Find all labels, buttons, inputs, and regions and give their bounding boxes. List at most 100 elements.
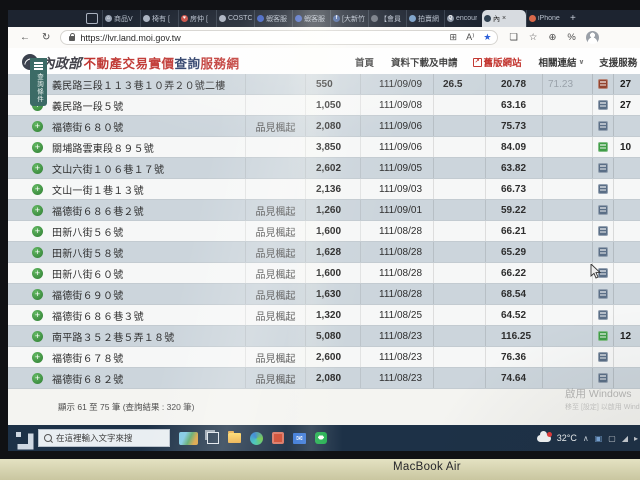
tab-close-icon[interactable]: × bbox=[502, 15, 506, 22]
start-button-icon[interactable] bbox=[16, 432, 28, 444]
site-nav-item[interactable]: 支援服務 ∨ bbox=[597, 55, 640, 69]
expand-row-icon[interactable]: + bbox=[32, 289, 43, 300]
table-row[interactable]: + 田新八街５８號 品見楓起 1,628 111/08/28 65.29 bbox=[8, 242, 640, 263]
volume-icon[interactable]: ▸ bbox=[634, 434, 638, 443]
profile-avatar[interactable] bbox=[586, 31, 599, 44]
building-type-icon bbox=[598, 121, 608, 131]
filter-panel-tab[interactable]: 查詢條件 bbox=[30, 58, 47, 106]
building-type-icon bbox=[598, 373, 608, 383]
browser-tab[interactable]: 蝦客服 × bbox=[292, 10, 330, 27]
expand-row-icon[interactable]: + bbox=[32, 373, 43, 384]
store-icon[interactable] bbox=[272, 432, 284, 444]
table-row[interactable]: + 義民路一段５號 1,050 111/09/08 63.16 27 bbox=[8, 95, 640, 116]
widgets-icon[interactable] bbox=[179, 432, 198, 445]
site-nav-item[interactable]: 相關連結 ∨ bbox=[537, 55, 585, 69]
browser-tab[interactable]: 蝦客服 × bbox=[254, 10, 292, 27]
total-price-cell: 2,600 bbox=[305, 347, 360, 367]
browser-tab[interactable]: iPhone × bbox=[526, 10, 564, 27]
table-row[interactable]: + 福德街６８６巷３號 品見楓起 1,320 111/08/25 64.52 bbox=[8, 305, 640, 326]
browser-essentials-icon[interactable]: ⊕ bbox=[548, 32, 556, 43]
line-icon[interactable] bbox=[315, 432, 327, 444]
tab-label: encour bbox=[456, 15, 477, 22]
browser-tab[interactable]: 椅有 [ × bbox=[140, 10, 178, 27]
table-row[interactable]: + 福德街６８０號 品見楓起 2,080 111/09/06 75.73 bbox=[8, 116, 640, 137]
back-icon[interactable]: ← bbox=[20, 32, 30, 43]
expand-row-icon[interactable]: + bbox=[32, 163, 43, 174]
expand-row-icon[interactable]: + bbox=[32, 184, 43, 195]
table-row[interactable]: + 福德街６９０號 品見楓起 1,630 111/08/28 68.54 bbox=[8, 284, 640, 305]
tab-label: COSTC bbox=[228, 15, 252, 22]
browser-tab[interactable]: Q encour × bbox=[444, 10, 482, 27]
expand-row-icon[interactable]: + bbox=[32, 331, 43, 342]
area-cell: 26.5 bbox=[433, 74, 485, 94]
browser-tab[interactable]: 【會員 × bbox=[368, 10, 406, 27]
split-screen-icon[interactable]: ⊞ bbox=[450, 32, 458, 43]
weather-temp[interactable]: 32°C bbox=[557, 433, 577, 443]
table-row[interactable]: + 義民路三段１１３巷１０弄２０號二樓 550 111/09/09 26.5 2… bbox=[8, 74, 640, 95]
weather-cloud-icon[interactable] bbox=[537, 435, 551, 442]
area-cell bbox=[433, 368, 485, 388]
mail-icon[interactable]: ✉ bbox=[293, 433, 306, 444]
url-text[interactable]: https://lvr.land.moi.gov.tw bbox=[80, 33, 440, 43]
edge-icon[interactable] bbox=[250, 432, 263, 445]
table-row[interactable]: + 南平路３５２巷５弄１８號 5,080 111/08/23 116.25 12 bbox=[8, 326, 640, 347]
favorites-bar-icon[interactable]: ☆ bbox=[529, 32, 538, 43]
expand-row-icon[interactable]: + bbox=[32, 310, 43, 321]
expand-row-icon[interactable]: + bbox=[32, 247, 43, 258]
site-nav-item[interactable]: 資料下載及申請 bbox=[389, 55, 460, 69]
address-cell: 南平路３５２巷５弄１８號 bbox=[52, 326, 245, 346]
expand-row-icon[interactable]: + bbox=[32, 121, 43, 132]
browser-tab[interactable]: 內 × bbox=[482, 10, 526, 27]
tray-display-icon[interactable]: ▢ bbox=[608, 434, 616, 443]
new-tab-button[interactable]: + bbox=[570, 13, 576, 24]
address-cell: 義民路三段１１３巷１０弄２０號二樓 bbox=[52, 74, 245, 94]
tray-app-icon[interactable]: ▣ bbox=[595, 434, 603, 443]
browser-tab[interactable]: ⌂ 商品V × bbox=[102, 10, 140, 27]
table-row[interactable]: + 福德街６８６巷２號 品見楓起 1,260 111/09/01 59.22 bbox=[8, 200, 640, 221]
table-row[interactable]: + 田新八街５６號 品見楓起 1,600 111/08/28 66.21 bbox=[8, 221, 640, 242]
tab-actions-icon[interactable] bbox=[86, 13, 98, 24]
extensions-icon[interactable]: % bbox=[567, 32, 575, 43]
building-type-icon bbox=[598, 79, 608, 89]
unit-price-cell: 76.36 bbox=[485, 347, 542, 367]
table-row[interactable]: + 文山六街１０６巷１７號 2,602 111/09/05 63.82 bbox=[8, 158, 640, 179]
table-row[interactable]: + 關埔路雲東段８９５號 3,850 111/09/06 84.09 10 bbox=[8, 137, 640, 158]
site-nav-item[interactable]: 首頁 bbox=[353, 55, 376, 69]
address-bar[interactable]: https://lvr.land.moi.gov.tw ⊞ A⁾ ★ bbox=[60, 30, 498, 45]
table-row[interactable]: + 田新八街６０號 品見楓起 1,600 111/08/28 66.22 bbox=[8, 263, 640, 284]
task-view-icon[interactable] bbox=[207, 432, 219, 444]
building-type-icon bbox=[598, 289, 608, 299]
file-explorer-icon[interactable] bbox=[228, 433, 241, 443]
expand-row-icon[interactable]: + bbox=[32, 142, 43, 153]
mouse-cursor bbox=[590, 264, 602, 280]
unit-price-cell: 63.82 bbox=[485, 158, 542, 178]
collections-icon[interactable]: ❏ bbox=[509, 32, 518, 43]
read-aloud-icon[interactable]: A⁾ bbox=[466, 32, 474, 43]
network-icon[interactable]: ◢ bbox=[622, 434, 628, 443]
site-title-part: 查詢 bbox=[175, 53, 201, 72]
expand-row-icon[interactable]: + bbox=[32, 268, 43, 279]
site-logo[interactable]: 內政部 不動產交易實價查詢服務網 bbox=[22, 52, 240, 72]
home-icon: ⌂ bbox=[105, 15, 112, 22]
area-cell bbox=[433, 326, 485, 346]
table-row[interactable]: + 福德街６７８號 品見楓起 2,600 111/08/23 76.36 bbox=[8, 347, 640, 368]
table-row[interactable]: + 文山一街１巷１３號 2,136 111/09/03 66.73 bbox=[8, 179, 640, 200]
unit-price-cell: 64.52 bbox=[485, 305, 542, 325]
expand-row-icon[interactable]: + bbox=[32, 352, 43, 363]
expand-row-icon[interactable]: + bbox=[32, 205, 43, 216]
area-cell bbox=[433, 95, 485, 115]
refresh-icon[interactable]: ↻ bbox=[42, 32, 50, 43]
favorite-star-icon[interactable]: ★ bbox=[483, 32, 491, 43]
site-nav-item[interactable]: ↗ 舊版網站 bbox=[473, 55, 524, 69]
date-cell: 111/08/23 bbox=[360, 326, 433, 346]
table-row[interactable]: + 福德街６８２號 品見楓起 2,080 111/08/23 74.64 bbox=[8, 368, 640, 389]
browser-tab[interactable]: f [大新竹 × bbox=[330, 10, 368, 27]
expand-row-icon[interactable]: + bbox=[32, 226, 43, 237]
ratio-cell bbox=[542, 116, 592, 136]
browser-tab[interactable]: COSTC × bbox=[216, 10, 254, 27]
browser-tab[interactable]: ♥ 房仲 [ × bbox=[178, 10, 216, 27]
browser-tab[interactable]: 拍賣網 × bbox=[406, 10, 444, 27]
tray-chevron-up-icon[interactable]: ∧ bbox=[583, 434, 589, 443]
project-cell bbox=[245, 326, 305, 346]
taskbar-search-input[interactable]: 在這裡輸入文字來搜 bbox=[38, 429, 170, 447]
